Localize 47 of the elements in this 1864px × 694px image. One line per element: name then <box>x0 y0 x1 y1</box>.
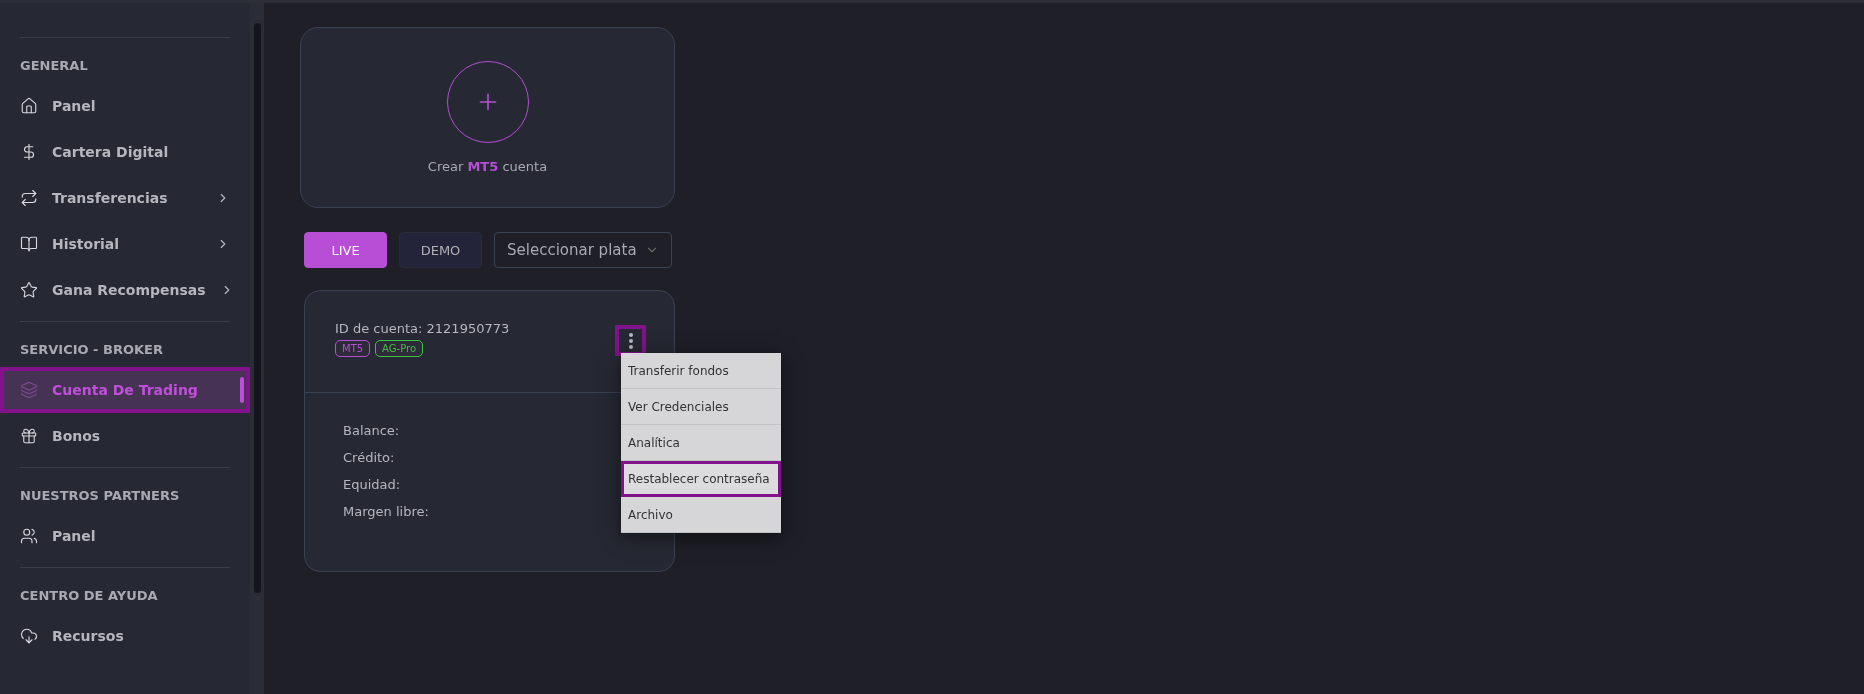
sidebar-label: Gana Recompensas <box>52 282 206 298</box>
platform-select[interactable]: Seleccionar plata <box>494 232 672 268</box>
platform-tag: MT5 <box>335 340 371 357</box>
account-type-tab[interactable]: LIVE <box>304 232 387 268</box>
sidebar-label: Recursos <box>52 628 125 644</box>
sidebar-label: Panel <box>52 528 97 544</box>
home-icon <box>20 97 38 115</box>
platform-tag: AG-Pro <box>375 340 423 357</box>
sidebar-item[interactable]: Recursos <box>0 613 250 659</box>
section-title: NUESTROS PARTNERS <box>19 487 181 505</box>
scrollbar[interactable] <box>250 3 264 694</box>
create-account-label: Crear MT5 cuenta <box>427 159 548 174</box>
sidebar-item[interactable]: Panel <box>0 83 250 129</box>
layers-icon <box>20 381 38 399</box>
sidebar-label: Transferencias <box>52 190 169 206</box>
sidebar-item[interactable]: Cartera Digital <box>0 129 250 175</box>
sidebar-item[interactable]: Panel <box>0 513 250 559</box>
menu-item[interactable]: Ver Credenciales <box>621 389 781 425</box>
sidebar-label: Cuenta De Trading <box>52 382 199 398</box>
account-id: ID de cuenta: 2121950773 <box>335 321 511 336</box>
account-type-tab[interactable]: DEMO <box>399 232 482 268</box>
section-title: GENERAL <box>19 57 89 75</box>
section-title: CENTRO DE AYUDA <box>19 587 159 605</box>
balance-label: Crédito: <box>343 450 396 465</box>
star-icon <box>20 281 38 299</box>
section-title: SERVICIO - BROKER <box>19 341 164 359</box>
sidebar-item[interactable]: Historial <box>0 221 250 267</box>
sidebar-label: Panel <box>52 98 97 114</box>
sidebar-label: Historial <box>52 236 121 252</box>
cloud-download-icon <box>20 627 38 645</box>
balance-label: Balance: <box>343 423 401 438</box>
transfer-icon <box>20 189 38 207</box>
gift-icon <box>20 427 38 445</box>
create-account-card[interactable]: Crear MT5 cuenta <box>300 27 675 208</box>
menu-item[interactable]: Restablecer contraseña <box>621 461 781 497</box>
book-icon <box>20 235 38 253</box>
sidebar-item[interactable]: Gana Recompensas <box>0 267 250 313</box>
kebab-icon <box>627 331 634 350</box>
active-indicator <box>240 377 244 403</box>
menu-item[interactable]: Archivo <box>621 497 781 533</box>
users-icon <box>20 527 38 545</box>
menu-item[interactable]: Transferir fondos <box>621 353 781 389</box>
sidebar-item[interactable]: Transferencias <box>0 175 250 221</box>
sidebar-label: Bonos <box>52 428 102 444</box>
sidebar-label: Cartera Digital <box>52 144 170 160</box>
select-placeholder: Seleccionar plata <box>507 241 637 259</box>
sidebar-item[interactable]: Bonos <box>0 413 250 459</box>
